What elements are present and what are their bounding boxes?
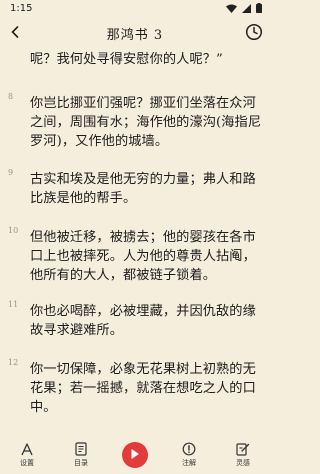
nav-settings[interactable]: 设置 bbox=[5, 442, 49, 468]
document-list-icon bbox=[75, 442, 87, 456]
play-icon bbox=[131, 449, 139, 459]
nav-catalog-label: 目录 bbox=[74, 459, 88, 467]
verse-line: 中。 bbox=[30, 400, 57, 415]
signal-icon bbox=[242, 3, 251, 13]
clock-icon bbox=[245, 23, 263, 41]
verse-line: 之间，周围有水；海作他的濠沟(海指尼 bbox=[30, 115, 262, 130]
verse-text: 你一切保障，必象无花果树上初熟的无 花果；若一摇撼，就落在想吃之人的口 中。 bbox=[30, 360, 262, 417]
verse-line: 古实和埃及是他无穷的力量；弗人和路 bbox=[30, 172, 256, 187]
edit-note-icon bbox=[236, 443, 250, 456]
verse-text: 你岂比挪亚们强呢？挪亚们坐落在众河 之间，周围有水；海作他的濠沟(海指尼 罗河)… bbox=[30, 94, 262, 151]
status-time: 1:15 bbox=[10, 2, 33, 14]
verse-line: 口上也被摔死。人为他的尊贵人拈阄， bbox=[30, 249, 256, 264]
status-icons bbox=[226, 3, 262, 13]
page-title[interactable]: 那鸿书 3 bbox=[60, 24, 210, 43]
verse-line: 但他被迁移，被掳去；他的婴孩在各市 bbox=[30, 230, 256, 245]
nav-notes[interactable]: 注解 bbox=[167, 442, 211, 468]
battery-icon bbox=[256, 3, 262, 13]
verse-line: 他所有的大人，都被链子锁着。 bbox=[30, 268, 217, 283]
verse-line: 比族是他的帮手。 bbox=[30, 191, 137, 206]
font-settings-icon bbox=[21, 442, 33, 455]
info-circle-icon bbox=[182, 442, 196, 456]
nav-settings-label: 设置 bbox=[20, 458, 34, 467]
nav-devotional[interactable]: 灵感 bbox=[221, 442, 265, 468]
nav-catalog[interactable]: 目录 bbox=[59, 442, 103, 468]
verse-number: 9 bbox=[8, 168, 14, 177]
back-button[interactable] bbox=[4, 20, 26, 44]
verse-number: 12 bbox=[8, 358, 19, 367]
verse-number: 8 bbox=[8, 92, 14, 101]
verse-line: 故寻求避难所。 bbox=[30, 323, 124, 338]
nav-notes-label: 注解 bbox=[182, 459, 196, 467]
verse-number: 10 bbox=[8, 226, 19, 235]
verse-line: 你一切保障，必象无花果树上初熟的无 bbox=[30, 362, 256, 377]
play-button[interactable] bbox=[122, 442, 148, 468]
chevron-left-icon bbox=[11, 26, 19, 38]
verse-line: 花果；若一摇撼，就落在想吃之人的口 bbox=[30, 381, 256, 396]
app-bar: 那鸿书 3 bbox=[0, 16, 270, 48]
nav-play[interactable] bbox=[113, 442, 157, 468]
verse-text: 古实和埃及是他无穷的力量；弗人和路 比族是他的帮手。 bbox=[30, 170, 262, 208]
verse-line: 罗河)，又作他的城墙。 bbox=[30, 134, 169, 149]
verse-text: 你也必喝醉，必被埋藏，并因仇敌的缘 故寻求避难所。 bbox=[30, 302, 262, 340]
verse-text: 但他被迁移，被掳去；他的婴孩在各市 口上也被摔死。人为他的尊贵人拈阄， 他所有的… bbox=[30, 228, 262, 285]
verse-line: 呢？我何处寻得安慰你的人呢？” bbox=[30, 52, 223, 67]
status-bar: 1:15 bbox=[0, 0, 270, 16]
verse-line: 你也必喝醉，必被埋藏，并因仇敌的缘 bbox=[30, 304, 256, 319]
verse-number: 11 bbox=[8, 300, 19, 309]
verse-text: 呢？我何处寻得安慰你的人呢？” bbox=[30, 50, 262, 69]
verse-line: 你岂比挪亚们强呢？挪亚们坐落在众河 bbox=[30, 96, 256, 111]
wifi-icon bbox=[226, 4, 237, 13]
history-button[interactable] bbox=[244, 22, 264, 42]
scripture-content[interactable]: 呢？我何处寻得安慰你的人呢？” 8 你岂比挪亚们强呢？挪亚们坐落在众河 之间，周… bbox=[0, 48, 270, 436]
nav-devotional-label: 灵感 bbox=[236, 459, 250, 467]
bottom-nav: 设置 目录 注解 灵感 bbox=[0, 436, 270, 474]
